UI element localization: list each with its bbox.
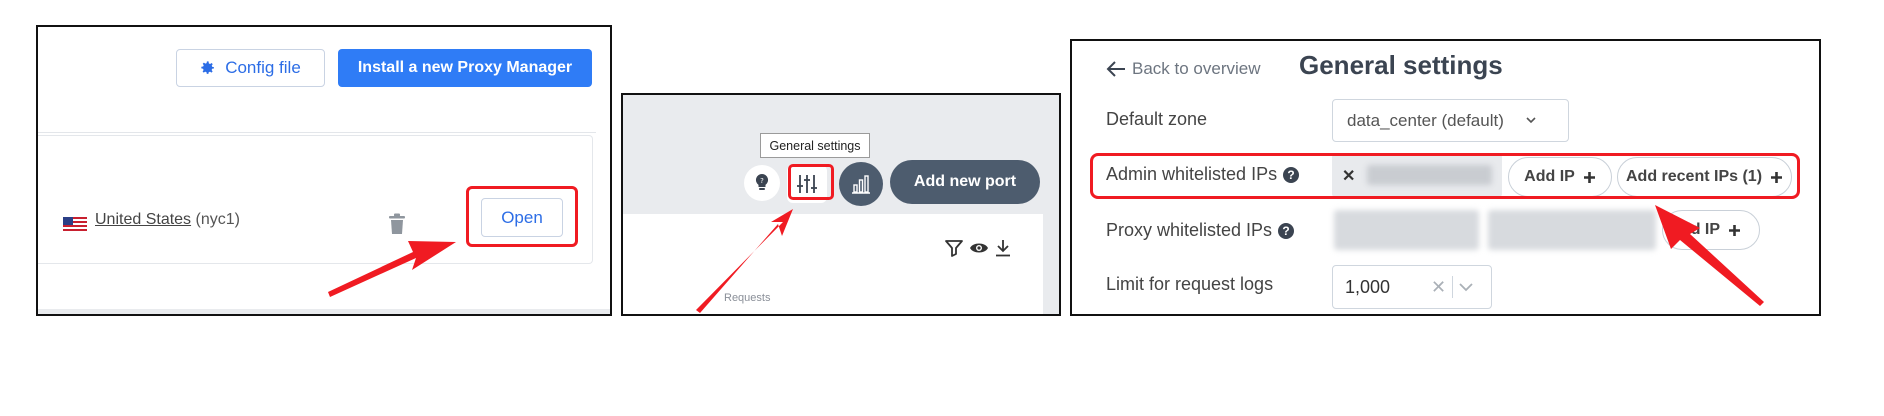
proxy-ips-label: Proxy whitelisted IPs ? <box>1106 220 1295 241</box>
svg-text:?: ? <box>760 177 764 185</box>
proxy-manager-list-panel: Config file Install a new Proxy Manager … <box>36 25 612 316</box>
ports-toolbar-panel: General settings ? Add new port Requests <box>621 93 1061 316</box>
proxy-ips-label-text: Proxy whitelisted IPs <box>1106 220 1273 240</box>
lightbulb-icon: ? <box>755 174 769 190</box>
trash-icon[interactable] <box>388 213 406 235</box>
limit-select[interactable]: 1,000 ✕ <box>1332 265 1492 309</box>
limit-value: 1,000 <box>1345 276 1391 297</box>
limit-label: Limit for request logs <box>1106 274 1273 295</box>
proxy-add-ip-label: dd IP <box>1680 221 1721 238</box>
general-settings-tooltip: General settings <box>760 133 870 158</box>
us-flag-icon <box>63 217 87 232</box>
default-zone-label-text: Default zone <box>1106 109 1208 129</box>
arrow-left-icon <box>1106 61 1125 77</box>
config-file-label: Config file <box>225 58 301 77</box>
highlight-box-settings <box>788 164 834 200</box>
chevron-down-icon <box>1526 117 1536 124</box>
back-label: Back to overview <box>1132 59 1261 78</box>
clear-icon[interactable]: ✕ <box>1431 277 1446 298</box>
bar-chart-icon <box>852 175 870 194</box>
default-zone-label: Default zone <box>1106 109 1207 130</box>
download-icon[interactable] <box>995 239 1011 257</box>
blurred-ip-field <box>1488 210 1656 250</box>
table-actions <box>945 239 1011 257</box>
default-zone-value: data_center (default) <box>1347 110 1504 130</box>
back-to-overview-link[interactable]: Back to overview <box>1106 59 1261 79</box>
location-text: United States (nyc1) <box>95 211 240 229</box>
page-title: General settings <box>1299 50 1503 80</box>
config-file-button[interactable]: Config file <box>176 49 325 87</box>
requests-area <box>623 214 1043 314</box>
tips-button[interactable]: ? <box>744 165 780 201</box>
requests-label: Requests <box>724 292 771 304</box>
divider <box>1452 276 1454 298</box>
limit-label-text: Limit for request logs <box>1106 274 1274 294</box>
gear-icon <box>201 61 215 74</box>
highlight-box-admin-ips <box>1090 153 1800 199</box>
general-settings-panel: Back to overview General settings Defaul… <box>1070 39 1821 316</box>
add-new-port-button[interactable]: Add new port <box>890 160 1040 204</box>
proxy-add-ip-button[interactable]: dd IP <box>1662 210 1760 250</box>
divider <box>38 132 596 133</box>
blurred-ip-field <box>1334 210 1479 250</box>
help-icon[interactable]: ? <box>1278 222 1295 239</box>
highlight-box-open <box>466 186 578 247</box>
footer-strip <box>38 309 610 314</box>
location-country-link[interactable]: United States <box>95 211 191 228</box>
eye-icon[interactable] <box>969 241 989 255</box>
install-proxy-manager-button[interactable]: Install a new Proxy Manager <box>338 49 592 87</box>
location-code: (nyc1) <box>195 211 240 228</box>
stats-button[interactable] <box>839 162 883 206</box>
chevron-down-icon[interactable] <box>1459 282 1473 292</box>
filter-icon[interactable] <box>945 239 963 257</box>
default-zone-select[interactable]: data_center (default) <box>1332 99 1569 142</box>
plus-icon <box>1729 224 1741 236</box>
